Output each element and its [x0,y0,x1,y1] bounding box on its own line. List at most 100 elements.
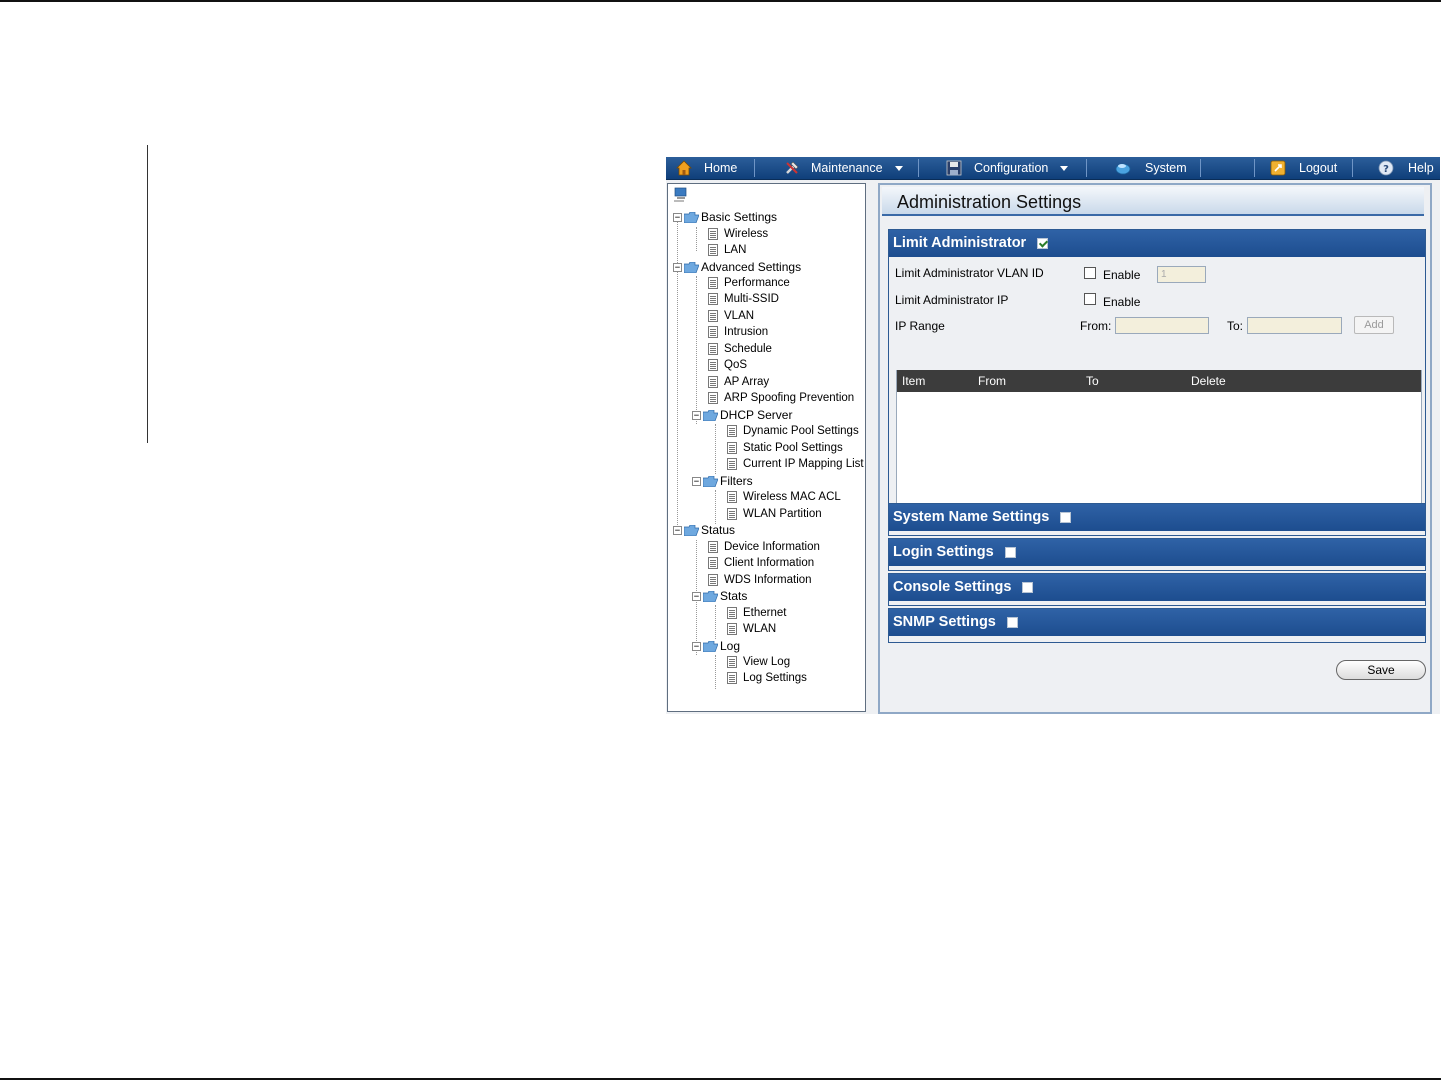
tree-item-dynamic-pool[interactable]: Dynamic Pool Settings [727,423,859,439]
tree-connector [696,227,697,251]
vlan-id-input[interactable] [1157,266,1206,283]
folder-open-icon [684,524,699,536]
tree-label: Ethernet [743,607,787,619]
save-button[interactable]: Save [1336,660,1426,680]
document-icon [727,458,737,470]
tree-item-wlan[interactable]: WLAN [727,621,776,637]
tree-item-wds-information[interactable]: WDS Information [708,572,812,588]
chevron-down-icon [894,165,903,171]
tree-label: Filters [720,474,753,488]
snmp-checkbox[interactable] [1006,617,1018,628]
tree-item-log[interactable]: − Log [692,638,740,654]
tree-item-wireless[interactable]: Wireless [708,226,768,242]
nav-configuration-label: Configuration [974,161,1049,175]
nav-separator [918,159,919,177]
console-settings-section: Console Settings [888,573,1426,606]
collapse-icon[interactable]: − [692,476,701,486]
folder-open-icon [703,409,718,421]
console-checkbox[interactable] [1022,582,1034,593]
tree-connector [715,655,716,689]
system-name-checkbox[interactable] [1060,512,1072,523]
main-panel: Administration Settings Limit Administra… [878,183,1432,714]
tree-connector [715,605,716,639]
tree-label: WDS Information [724,574,812,586]
tree-item-view-log[interactable]: View Log [727,654,790,670]
document-icon [727,508,737,520]
tree-item-qos[interactable]: QoS [708,357,747,373]
tree-label: Status [701,523,736,537]
tree-item-filters[interactable]: − Filters [692,473,753,489]
add-button[interactable]: Add [1354,316,1394,334]
tree-item-current-ip[interactable]: Current IP Mapping List [727,456,864,472]
nav-separator [1200,159,1201,177]
tree-item-performance[interactable]: Performance [708,275,790,291]
nav-maintenance[interactable]: Maintenance [784,157,903,179]
limit-administrator-checkbox[interactable] [1037,238,1049,249]
navigation-tree: − Basic Settings Wireless LAN − Advanced… [667,183,866,712]
ip-to-input[interactable] [1247,317,1342,334]
document-icon [708,277,718,289]
collapse-icon[interactable]: − [673,262,682,272]
tree-item-advanced-settings[interactable]: − Advanced Settings [673,259,801,275]
app-window: Home Maintenance Configuration System Lo… [666,157,1440,714]
section-title: System Name Settings [893,509,1050,525]
tree-item-static-pool[interactable]: Static Pool Settings [727,440,843,456]
login-checkbox[interactable] [1004,547,1016,558]
tree-item-basic-settings[interactable]: − Basic Settings [673,209,777,225]
tree-item-lan[interactable]: LAN [708,242,746,258]
tree-item-vlan[interactable]: VLAN [708,308,754,324]
tree-item-dhcp-server[interactable]: − DHCP Server [692,407,792,423]
document-icon [708,326,718,338]
collapse-icon[interactable]: − [673,525,682,535]
folder-open-icon [703,475,718,487]
collapse-icon[interactable]: − [692,641,701,651]
tree-label: AP Array [724,376,770,388]
nav-configuration[interactable]: Configuration [946,157,1069,179]
page-title: Administration Settings [882,187,1424,216]
system-icon [1115,163,1131,175]
to-label: To: [1227,319,1244,333]
tree-item-ap-array[interactable]: AP Array [708,374,769,390]
document-icon [727,425,737,437]
collapse-icon[interactable]: − [673,212,682,222]
document-icon [708,574,718,586]
tree-connector [696,276,697,424]
collapse-icon[interactable]: − [692,410,701,420]
tree-item-arp-spoofing[interactable]: ARP Spoofing Prevention [708,390,854,406]
tree-connector [715,490,716,524]
chevron-down-icon [1060,165,1069,171]
ip-from-input[interactable] [1115,317,1209,334]
nav-system-label: System [1145,161,1187,175]
document-icon [708,392,718,404]
nav-system[interactable]: System [1115,157,1187,179]
tree-item-multi-ssid[interactable]: Multi-SSID [708,291,779,307]
ip-range-label: IP Range [895,319,945,333]
tree-label: Intrusion [724,326,769,338]
tree-label: Log [720,639,741,653]
collapse-icon[interactable]: − [692,591,701,601]
tree-item-log-settings[interactable]: Log Settings [727,670,807,686]
tree-item-stats[interactable]: − Stats [692,588,747,604]
tree-label: Wireless MAC ACL [743,491,841,503]
tree-item-status[interactable]: − Status [673,522,735,538]
tree-item-schedule[interactable]: Schedule [708,341,772,357]
tree-item-ethernet[interactable]: Ethernet [727,605,786,621]
nav-help[interactable]: ? Help [1378,157,1434,179]
nav-separator [1352,159,1353,177]
tools-icon [786,161,799,174]
ip-enable-checkbox[interactable] [1084,293,1096,305]
vlan-enable-checkbox[interactable] [1084,267,1096,279]
tree-item-wireless-mac-acl[interactable]: Wireless MAC ACL [727,489,841,505]
document-icon [708,541,718,553]
tree-item-wlan-partition[interactable]: WLAN Partition [727,506,822,522]
home-icon [676,160,692,176]
nav-logout[interactable]: Logout [1270,157,1337,179]
nav-home[interactable]: Home [676,157,737,179]
document-icon [708,557,718,569]
limit-ip-label: Limit Administrator IP [895,293,1009,307]
document-icon [708,244,718,256]
nav-maintenance-label: Maintenance [811,161,883,175]
tree-item-client-information[interactable]: Client Information [708,555,814,571]
tree-item-device-information[interactable]: Device Information [708,539,820,555]
tree-item-intrusion[interactable]: Intrusion [708,324,768,340]
